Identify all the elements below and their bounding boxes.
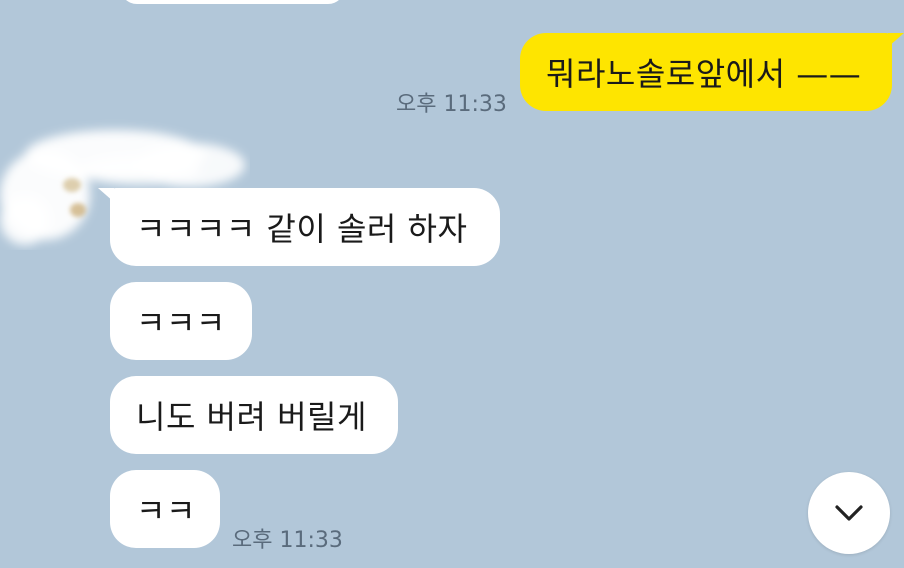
incoming-message-bubble[interactable]: ㅋㅋㅋㅋ 같이 솔러 하자: [98, 188, 500, 266]
chevron-down-icon: [835, 505, 863, 521]
message-time: 오후 11:33: [232, 528, 343, 553]
message-text: 니도 버려 버릴게: [136, 398, 367, 436]
message-text: ㅋㅋㅋㅋ 같이 솔러 하자: [136, 210, 468, 248]
message-text: 뭐라노솔로앞에서 ——: [546, 55, 862, 93]
message-text: ㅋㅋ: [136, 492, 196, 530]
scroll-to-bottom-button[interactable]: [808, 472, 890, 554]
message-text: ㅋㅋㅋ: [136, 304, 226, 342]
incoming-message-bubble[interactable]: ㅋㅋ: [110, 470, 220, 548]
message-time: 오후 11:33: [396, 92, 507, 117]
chat-room: 뭐라노솔로앞에서 —— 오후 11:33 ㅋㅋㅋㅋ 같이 솔러 하자 ㅋㅋㅋ 니…: [0, 0, 904, 568]
incoming-message-bubble[interactable]: ㅋㅋㅋ: [110, 282, 252, 360]
previous-message-bubble[interactable]: [120, 0, 345, 4]
outgoing-message-bubble[interactable]: 뭐라노솔로앞에서 ——: [520, 33, 904, 111]
incoming-message-bubble[interactable]: 니도 버려 버릴게: [110, 376, 398, 454]
